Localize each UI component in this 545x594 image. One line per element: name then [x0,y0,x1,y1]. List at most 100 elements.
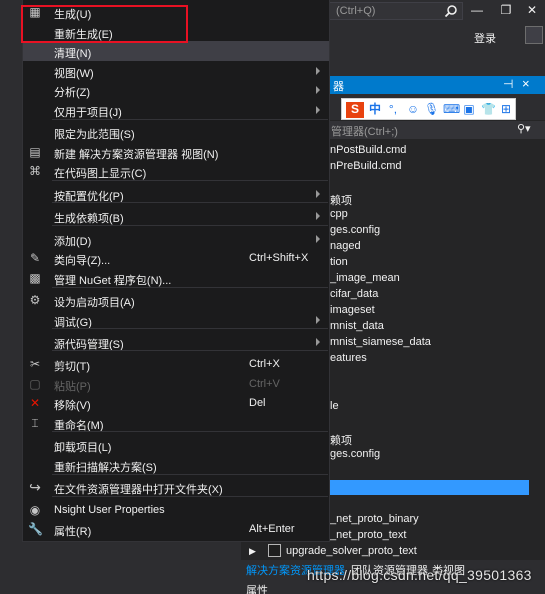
close-window-icon[interactable]: ✕ [525,3,539,17]
menu-item-label: 在代码图上显示(C) [54,168,147,180]
menu-item[interactable]: 添加(D) [23,229,329,249]
menu-item-label: 在文件资源管理器中打开文件夹(X) [54,484,223,496]
tree-item[interactable]: ges.config [330,448,380,460]
nuget-icon: ▩ [29,271,41,285]
menu-separator [52,225,328,226]
menu-item[interactable]: 源代码管理(S) [23,332,329,352]
toolbox-icon[interactable]: ▣ [462,102,476,116]
menu-item[interactable]: 清理(N) [23,41,329,61]
menu-item[interactable]: 生成依赖项(B) [23,206,329,226]
tree-item[interactable]: le [330,400,339,412]
microphone-icon[interactable]: 🎙 [424,102,439,116]
rename-icon: ⌶ [31,416,39,430]
close-icon[interactable]: × [522,76,530,91]
menu-separator [52,350,328,351]
account-icon[interactable] [525,26,543,44]
tree-item[interactable]: imageset [330,304,375,316]
menu-item[interactable]: 分析(Z) [23,80,329,100]
tree-item[interactable]: eatures [330,352,367,364]
menu-item-label: 类向导(Z)... [54,255,111,267]
menu-item[interactable]: 按配置优化(P) [23,184,329,204]
tree-item[interactable]: cifar_data [330,288,378,300]
search-icon[interactable] [444,4,458,18]
grid-menu-icon[interactable]: ⊞ [499,102,513,116]
minimize-icon[interactable]: — [470,3,484,17]
menu-item[interactable]: ✕ 移除(V) Del [23,393,329,413]
menu-item[interactable]: 重新扫描解决方案(S) [23,455,329,475]
punctuation-icon[interactable]: °, [386,102,400,116]
menu-separator [52,287,328,288]
menu-item[interactable]: 仅用于项目(J) [23,100,329,120]
tree-item[interactable]: upgrade_solver_proto_text [286,545,417,557]
restore-icon[interactable]: ❐ [499,3,513,17]
tree-item[interactable]: _image_mean [330,272,400,284]
paste-icon: ▢ [29,377,41,391]
submenu-arrow-icon [316,235,320,243]
menu-item[interactable]: ✎ 类向导(Z)... Ctrl+Shift+X [23,248,329,268]
emoji-icon[interactable]: ☺ [406,102,420,116]
menu-item[interactable]: ◉ Nsight User Properties [23,500,329,520]
menu-item-shortcut: Ctrl+X [249,358,280,370]
quick-launch-placeholder: (Ctrl+Q) [336,5,376,17]
menu-item-label: 管理 NuGet 程序包(N)... [54,275,172,287]
menu-item[interactable]: ↪ 在文件资源管理器中打开文件夹(X) [23,477,329,497]
tree-item[interactable]: mnist_data [330,320,384,332]
menu-item-label: 属性(R) [54,526,92,538]
properties-bar: 属性 [241,584,545,594]
header-area [330,22,545,74]
menu-item[interactable]: 限定为此范围(S) [23,122,329,142]
pin-icon[interactable]: ⊣ [503,77,513,91]
menu-item-label: 生成依赖项(B) [54,213,124,225]
submenu-arrow-icon [316,190,320,198]
menu-item-label: Nsight User Properties [54,504,165,516]
menu-item[interactable]: 调试(G) [23,310,329,330]
nsight-icon: ◉ [29,503,41,517]
menu-separator [52,474,328,475]
tree-item[interactable]: nPostBuild.cmd [330,144,406,156]
tree-item[interactable]: ges.config [330,224,380,236]
login-link[interactable]: 登录 [474,30,496,46]
submenu-arrow-icon [316,316,320,324]
tree-item[interactable]: nPreBuild.cmd [330,160,402,172]
keyboard-icon[interactable]: ⌨ [443,102,460,116]
project-icon [268,544,281,557]
context-menu: ▦ 生成(U) 重新生成(E) 清理(N) 视图(W) 分析(Z) 仅用于项目(J) 限定为此… [22,0,330,542]
menu-item-shortcut: Ctrl+Shift+X [249,252,309,264]
properties-label[interactable]: 属性 [246,582,268,594]
expand-arrow-icon[interactable]: ▶ [249,546,256,557]
menu-item-label: 卸载项目(L) [54,442,112,454]
tree-item[interactable]: naged [330,240,361,252]
menu-item[interactable]: ▤ 新建 解决方案资源管理器 视图(N) [23,142,329,162]
highlight-annotation-box [21,5,188,43]
menu-item-label: 粘贴(P) [54,381,91,393]
menu-item[interactable]: 视图(W) [23,61,329,81]
ime-mode-label[interactable]: 中 [368,102,382,116]
menu-separator [52,180,328,181]
ime-toolbar[interactable]: S 中 °, ☺ 🎙 ⌨ ▣ 👕 ⊞ [341,98,516,120]
menu-item[interactable]: ▩ 管理 NuGet 程序包(N)... [23,268,329,288]
tree-item[interactable]: tion [330,256,348,268]
menu-item[interactable]: ▢ 粘贴(P) Ctrl+V [23,374,329,394]
tree-item[interactable]: _net_proto_binary [330,513,419,525]
menu-item[interactable]: ⌘ 在代码图上显示(C) [23,161,329,181]
menu-item[interactable]: ⚙ 设为启动项目(A) [23,290,329,310]
menu-item[interactable]: 卸载项目(L) [23,435,329,455]
menu-item[interactable]: ✂ 剪切(T) Ctrl+X [23,354,329,374]
menu-separator [52,202,328,203]
menu-item[interactable]: 🔧 属性(R) Alt+Enter [23,519,329,539]
tree-item-selected[interactable] [330,480,529,495]
submenu-arrow-icon [316,67,320,75]
tree-item[interactable]: 赖项 [330,192,352,208]
menu-item[interactable]: ⌶ 重命名(M) [23,413,329,433]
gear-icon: ⚙ [29,293,41,307]
tree-item[interactable]: cpp [330,208,348,220]
menu-item-shortcut: Ctrl+V [249,378,280,390]
menu-item-label: 移除(V) [54,400,91,412]
skin-icon[interactable]: 👕 [481,102,496,116]
sogou-logo-icon: S [346,102,364,118]
tree-item[interactable]: mnist_siamese_data [330,336,431,348]
menu-item-label: 新建 解决方案资源管理器 视图(N) [54,149,219,161]
search-options-icon[interactable]: ⚲▾ [517,122,531,135]
tree-item[interactable]: 赖项 [330,432,352,448]
tree-item[interactable]: _net_proto_text [330,529,406,541]
